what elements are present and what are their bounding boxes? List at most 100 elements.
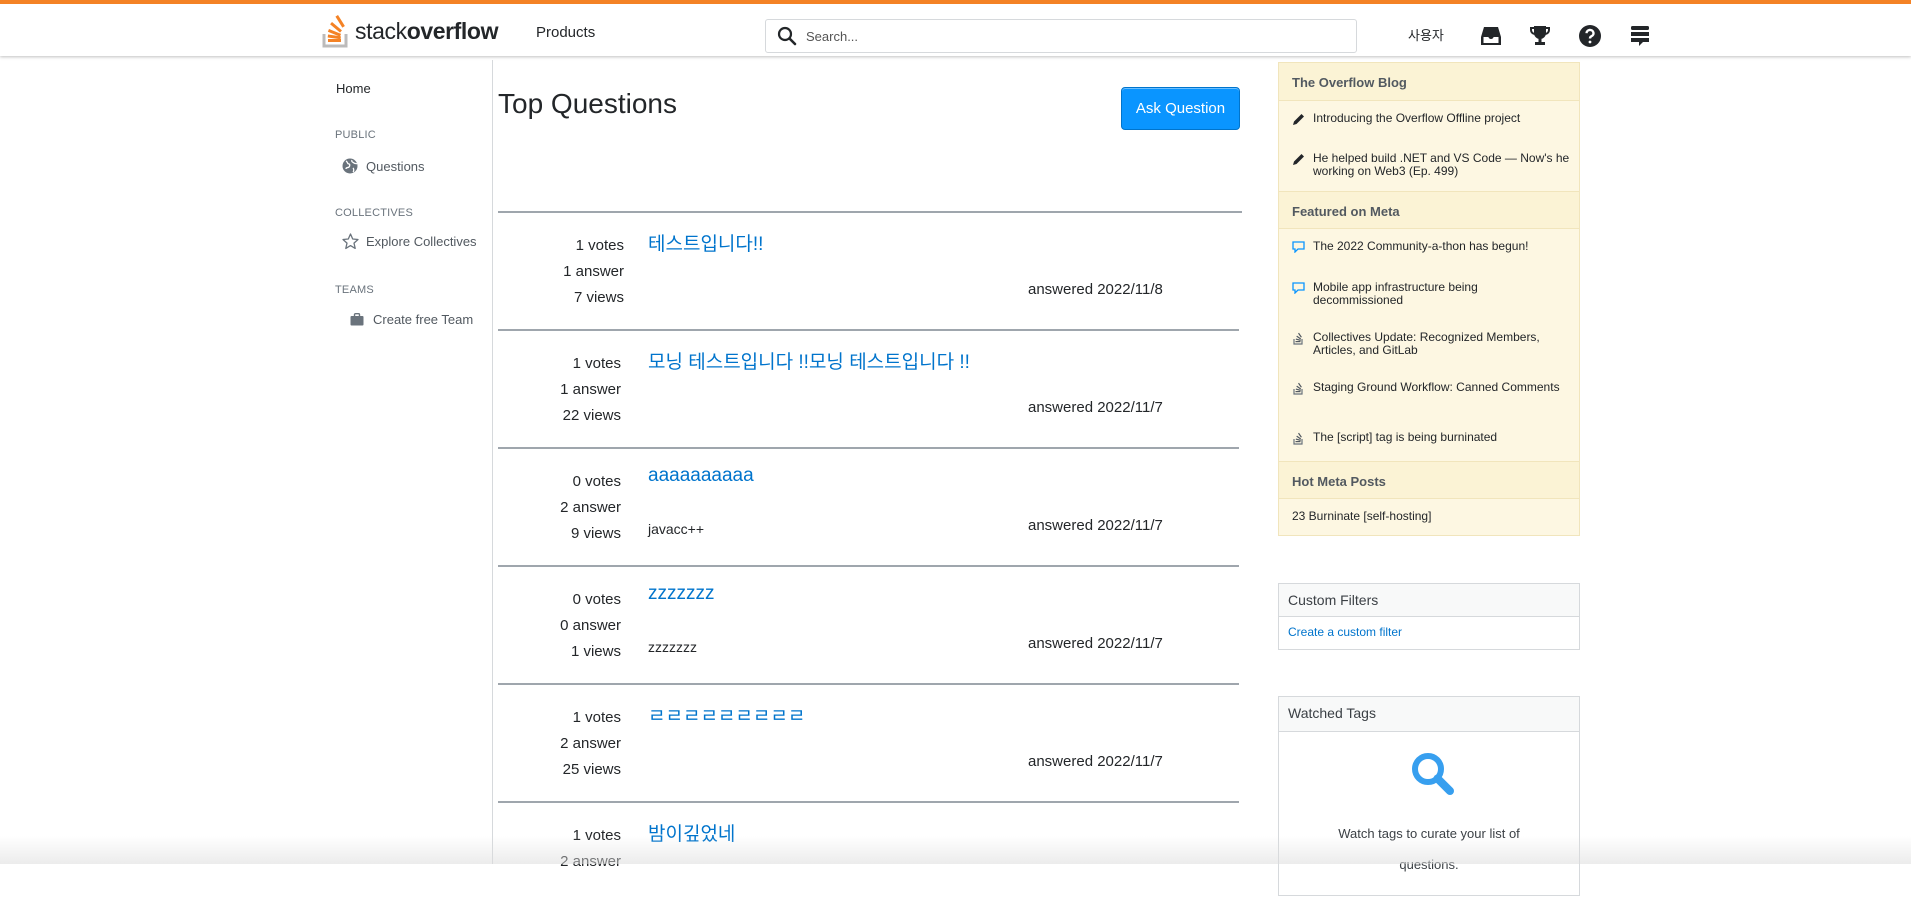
comment-icon bbox=[1291, 281, 1305, 295]
question-answers: 2 answer bbox=[560, 499, 621, 516]
custom-filters-header: Custom Filters bbox=[1279, 584, 1579, 617]
nav-explore-collectives[interactable]: Explore Collectives bbox=[341, 232, 477, 250]
create-custom-filter-link[interactable]: Create a custom filter bbox=[1279, 617, 1579, 639]
help-icon[interactable] bbox=[1578, 24, 1602, 48]
question-votes: 0 votes bbox=[572, 473, 621, 490]
question-row: 1 votes 1 answer 22 views 모닝 테스트입니다 !!모닝… bbox=[498, 329, 1239, 447]
question-stats: 1 votes 1 answer 22 views bbox=[560, 351, 621, 429]
comment-icon bbox=[1291, 240, 1305, 254]
nav-section-teams: TEAMS bbox=[335, 284, 374, 296]
meta-item-label: The [script] tag is being burninated bbox=[1313, 430, 1498, 444]
meta-item[interactable]: Collectives Update: Recognized Members, … bbox=[1291, 331, 1571, 357]
question-votes: 1 votes bbox=[572, 355, 621, 372]
nav-home[interactable]: Home bbox=[336, 81, 371, 96]
meta-item[interactable]: Staging Ground Workflow: Canned Comments bbox=[1291, 381, 1571, 395]
meta-item[interactable]: The 2022 Community-a-thon has begun! bbox=[1291, 240, 1571, 254]
blog-header: The Overflow Blog bbox=[1279, 63, 1579, 101]
question-stats: 1 votes 1 answer 7 views bbox=[563, 233, 624, 311]
watched-tags-header: Watched Tags bbox=[1279, 697, 1579, 732]
question-stats: 0 votes 0 answer 1 views bbox=[560, 587, 621, 665]
stack-exchange-icon[interactable] bbox=[1628, 24, 1652, 48]
watched-tags-text: Watch tags to curate your list of questi… bbox=[1338, 826, 1520, 872]
inbox-icon[interactable] bbox=[1479, 24, 1503, 48]
meta-item-label: Mobile app infrastructure being decommis… bbox=[1313, 280, 1478, 307]
question-votes: 1 votes bbox=[572, 827, 621, 844]
logo-wordmark: stackoverflow bbox=[355, 17, 499, 44]
watched-tags-widget: Watched Tags Watch tags to curate your l… bbox=[1278, 696, 1580, 896]
question-views: 25 views bbox=[562, 761, 621, 778]
question-title-link[interactable]: 밤이깊었네 bbox=[648, 819, 735, 846]
question-answers: 1 answer bbox=[563, 263, 624, 280]
nav-create-team[interactable]: Create free Team bbox=[348, 310, 473, 328]
search-input[interactable] bbox=[806, 28, 1326, 44]
search-bar[interactable] bbox=[765, 19, 1357, 53]
nav-questions-label: Questions bbox=[366, 158, 425, 174]
stack-logo-icon bbox=[1291, 431, 1305, 445]
meta-header: Featured on Meta bbox=[1279, 191, 1579, 229]
page-title: Top Questions bbox=[498, 88, 677, 119]
question-answered-date: answered 2022/11/7 bbox=[1028, 517, 1163, 534]
question-answered-date: answered 2022/11/7 bbox=[1028, 635, 1163, 652]
question-views: 1 views bbox=[570, 643, 621, 660]
question-row: 0 votes 2 answer 9 views aaaaaaaaaa java… bbox=[498, 447, 1239, 565]
meta-item[interactable]: The [script] tag is being burninated bbox=[1291, 431, 1571, 445]
meta-item-label: Collectives Update: Recognized Members, … bbox=[1313, 330, 1540, 357]
question-stats: 0 votes 2 answer 9 views bbox=[560, 469, 621, 547]
question-row: 1 votes 2 answer 25 views ㄹㄹㄹㄹㄹㄹㄹㄹㄹ answ… bbox=[498, 683, 1239, 801]
question-answered-date: answered 2022/11/7 bbox=[1028, 753, 1163, 770]
search-icon bbox=[776, 25, 798, 47]
ask-question-button[interactable]: Ask Question bbox=[1121, 87, 1240, 130]
question-excerpt: zzzzzzz bbox=[648, 639, 697, 655]
trophy-icon[interactable] bbox=[1528, 24, 1552, 48]
meta-item[interactable]: Mobile app infrastructure being decommis… bbox=[1291, 281, 1571, 307]
stack-logo-icon bbox=[1291, 381, 1305, 395]
stackoverflow-logo-icon bbox=[322, 15, 348, 48]
question-row: 1 votes 1 answer 7 views 테스트입니다!! answer… bbox=[498, 211, 1242, 329]
hot-meta-post[interactable]: 23 Burninate [self-hosting] bbox=[1292, 509, 1431, 523]
nav-explore-collectives-label: Explore Collectives bbox=[366, 233, 477, 249]
blog-item-label: He helped build .NET and VS Code — Now's… bbox=[1313, 151, 1570, 178]
meta-item-label: The 2022 Community-a-thon has begun! bbox=[1313, 239, 1529, 253]
left-navigation: Home PUBLIC Questions COLLECTIVES Explor… bbox=[320, 60, 493, 864]
star-icon bbox=[341, 232, 359, 250]
question-title-link[interactable]: 테스트입니다!! bbox=[648, 229, 763, 256]
pencil-icon bbox=[1291, 112, 1305, 126]
meta-item-label: Staging Ground Workflow: Canned Comments bbox=[1313, 380, 1560, 394]
blog-item[interactable]: He helped build .NET and VS Code — Now's… bbox=[1291, 152, 1571, 178]
question-title-link[interactable]: 모닝 테스트입니다 !!모닝 테스트입니다 !! bbox=[648, 347, 970, 374]
question-title-link[interactable]: zzzzzzz bbox=[648, 583, 715, 605]
products-menu[interactable]: Products bbox=[536, 24, 595, 41]
blog-item[interactable]: Introducing the Overflow Offline project bbox=[1291, 112, 1571, 126]
question-answers: 2 answer bbox=[560, 853, 621, 870]
question-answered-date: answered 2022/11/8 bbox=[1028, 281, 1163, 298]
top-bar: stackoverflow Products 사용자 bbox=[0, 0, 1911, 56]
question-votes: 1 votes bbox=[572, 709, 621, 726]
question-votes: 0 votes bbox=[572, 591, 621, 608]
question-answers: 0 answer bbox=[560, 617, 621, 634]
question-views: 22 views bbox=[562, 407, 621, 424]
question-title-link[interactable]: ㄹㄹㄹㄹㄹㄹㄹㄹㄹ bbox=[648, 701, 805, 728]
stackoverflow-logo[interactable]: stackoverflow bbox=[322, 14, 498, 48]
question-title-link[interactable]: aaaaaaaaaa bbox=[648, 465, 754, 487]
question-views: 9 views bbox=[570, 525, 621, 542]
custom-filters-widget: Custom Filters Create a custom filter bbox=[1278, 583, 1580, 650]
question-views: 7 views bbox=[573, 289, 624, 306]
nav-section-public: PUBLIC bbox=[335, 129, 376, 141]
question-answers: 1 answer bbox=[560, 381, 621, 398]
question-row: 0 votes 0 answer 1 views zzzzzzz zzzzzzz… bbox=[498, 565, 1239, 683]
nav-questions[interactable]: Questions bbox=[341, 157, 425, 175]
overflow-blog-widget: The Overflow Blog Introducing the Overfl… bbox=[1278, 62, 1580, 536]
question-list: 1 votes 1 answer 7 views 테스트입니다!! answer… bbox=[498, 211, 1242, 919]
question-excerpt: javacc++ bbox=[648, 521, 705, 537]
nav-create-team-label: Create free Team bbox=[373, 311, 474, 327]
question-votes: 1 votes bbox=[575, 237, 624, 254]
user-profile-link[interactable]: 사용자 bbox=[1408, 25, 1444, 44]
hot-meta-header: Hot Meta Posts bbox=[1279, 461, 1579, 499]
globe-icon bbox=[341, 157, 359, 175]
question-answered-date: answered 2022/11/7 bbox=[1028, 399, 1163, 416]
search-icon bbox=[1410, 751, 1454, 800]
blog-item-label: Introducing the Overflow Offline project bbox=[1313, 111, 1521, 125]
nav-section-collectives: COLLECTIVES bbox=[335, 207, 414, 219]
briefcase-icon bbox=[348, 310, 366, 328]
question-row: 1 votes 2 answer 밤이깊었네 bbox=[498, 801, 1239, 919]
